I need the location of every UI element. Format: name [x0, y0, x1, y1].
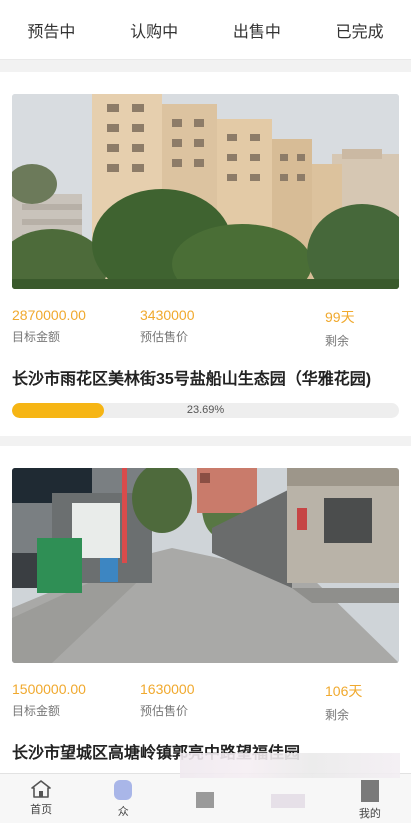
remaining-stat: 106天 剩余 [325, 681, 362, 723]
listing-card[interactable]: 2870000.00 目标金额 3430000 预估售价 99天 剩余 长沙市雨… [0, 72, 411, 436]
target-amount-stat: 1500000.00 目标金额 [12, 681, 140, 723]
listing-card[interactable]: 1500000.00 目标金额 1630000 预估售价 106天 剩余 长沙市… [0, 446, 411, 773]
listing-stats: 1500000.00 目标金额 1630000 预估售价 106天 剩余 [12, 681, 399, 723]
blurred-icon [270, 794, 305, 808]
nav-home[interactable]: 首页 [0, 774, 82, 817]
estimated-price-label: 预估售价 [140, 704, 189, 718]
remaining-value: 106天 [325, 683, 363, 699]
tab-completed[interactable]: 已完成 [328, 12, 392, 48]
nav-mine-label: 我的 [358, 808, 381, 820]
nav-crowdfunding[interactable]: 众 [82, 774, 164, 819]
tab-on-sale[interactable]: 出售中 [225, 12, 289, 48]
listing-photo [12, 468, 399, 663]
estimated-price-value: 3430000 [140, 307, 195, 323]
nav-crowdfunding-label: 众 [117, 806, 129, 818]
target-amount-label: 目标金额 [12, 704, 61, 718]
funding-progress-percent: 23.69% [186, 404, 225, 416]
nav-mine[interactable]: 我的 [329, 774, 411, 821]
bottom-nav: 首页 众 我的 [0, 773, 411, 823]
target-amount-label: 目标金额 [12, 330, 61, 344]
tab-subscribing[interactable]: 认购中 [122, 12, 186, 48]
estimated-price-label: 预估售价 [140, 330, 189, 344]
listing-photo [12, 94, 399, 289]
apartment-photo-image [12, 94, 399, 289]
crowdfunding-icon [114, 780, 133, 800]
blurred-overlay [180, 753, 400, 778]
remaining-label: 剩余 [325, 334, 350, 348]
estimated-price-stat: 1630000 预估售价 [140, 681, 325, 723]
listing-title[interactable]: 长沙市雨花区美林街35号盐船山生态园（华雅花园) [12, 365, 399, 389]
remaining-stat: 99天 剩余 [325, 307, 355, 349]
estimated-price-stat: 3430000 预估售价 [140, 307, 325, 349]
blurred-icon [196, 792, 215, 808]
status-tabs: 预告中 认购中 出售中 已完成 [0, 0, 411, 60]
target-amount-value: 2870000.00 [12, 307, 86, 323]
listing-stats: 2870000.00 目标金额 3430000 预估售价 99天 剩余 [12, 307, 399, 349]
nav-item-3[interactable] [164, 774, 246, 808]
remaining-value: 99天 [325, 309, 355, 325]
remaining-label: 剩余 [325, 708, 350, 722]
listing-list: 2870000.00 目标金额 3430000 预估售价 99天 剩余 长沙市雨… [0, 72, 411, 773]
funding-progress-bar: 23.69% [12, 403, 399, 418]
nav-item-4[interactable] [247, 774, 329, 808]
app-root: 预告中 认购中 出售中 已完成 2870000.00 目标金额 3430000 … [0, 0, 411, 823]
tab-preview[interactable]: 预告中 [19, 12, 83, 48]
user-icon [360, 780, 379, 802]
target-amount-stat: 2870000.00 目标金额 [12, 307, 140, 349]
nav-home-label: 首页 [30, 804, 53, 816]
street-photo-image [12, 468, 399, 663]
home-icon [31, 780, 51, 798]
estimated-price-value: 1630000 [140, 681, 195, 697]
target-amount-value: 1500000.00 [12, 681, 86, 697]
